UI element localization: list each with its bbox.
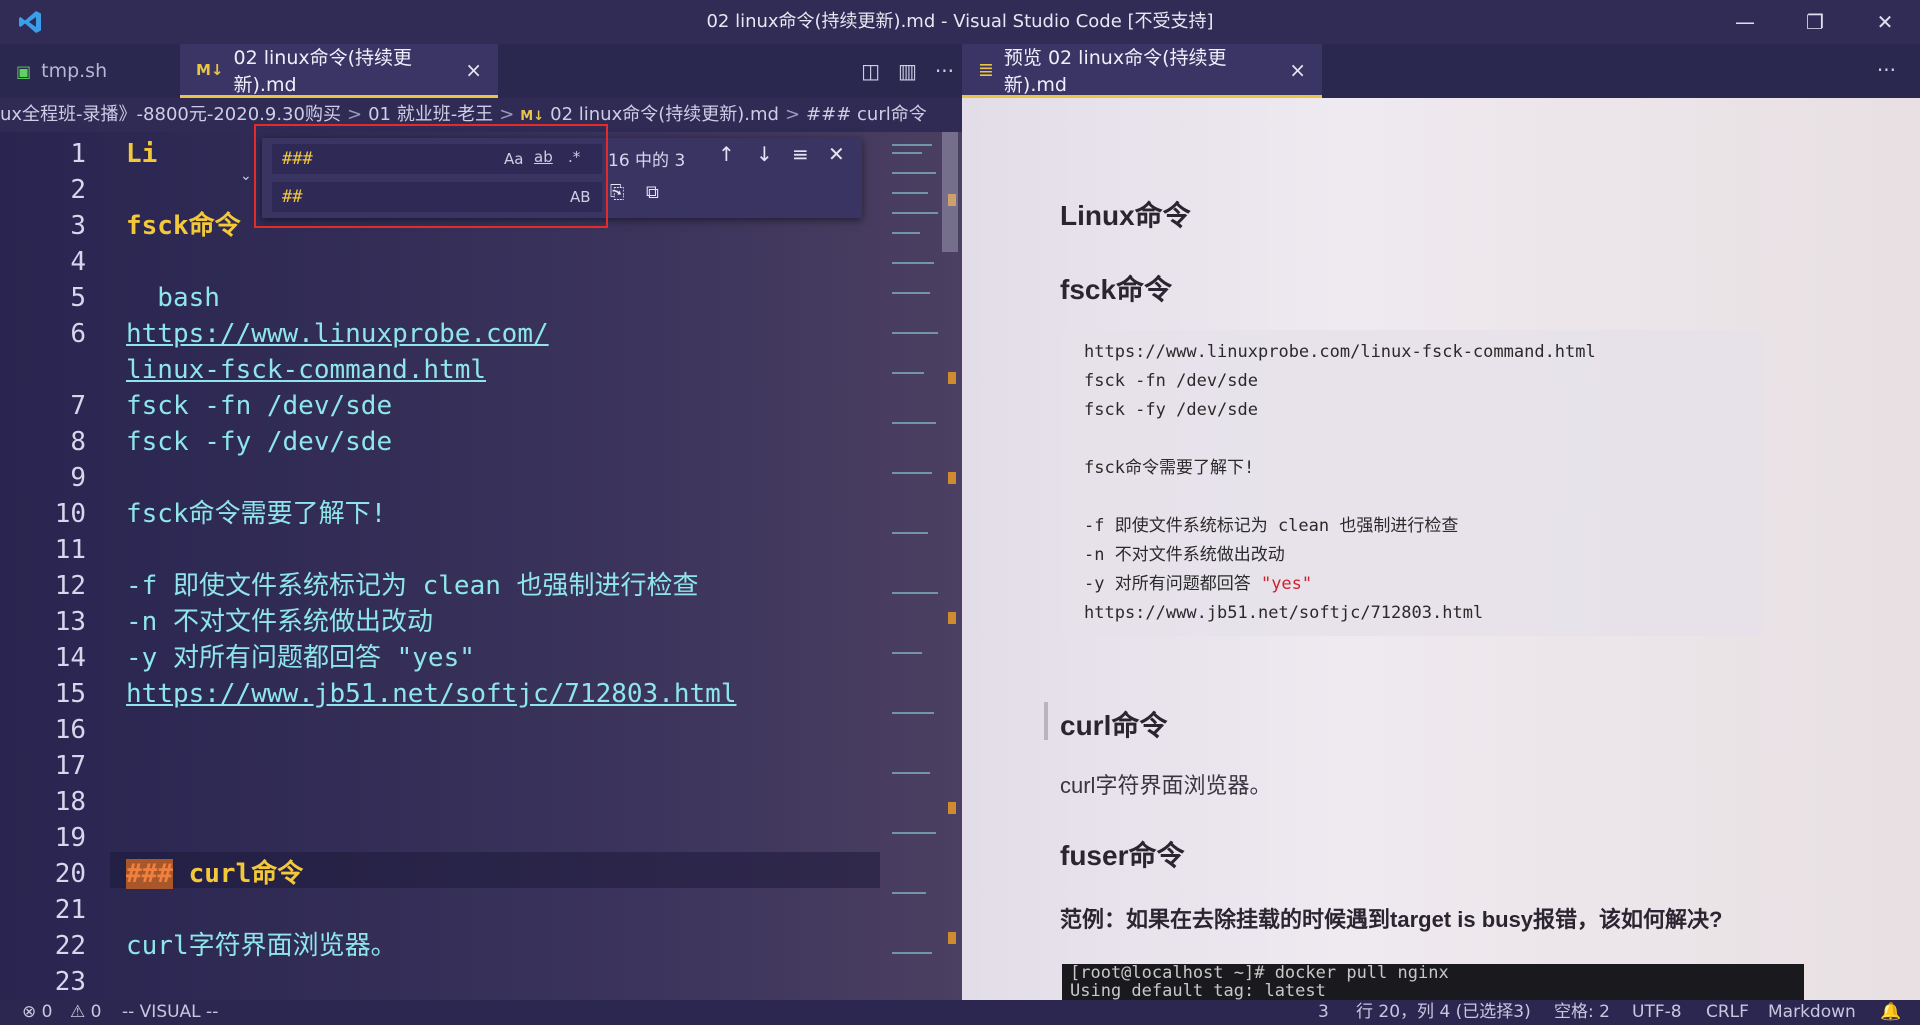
code-editor[interactable]: 1 Li 2 3 fsck命令 4 5 bash 6 https://www.linu… (0, 132, 962, 1000)
breadcrumb-item[interactable]: 01 就业班-老王 (368, 104, 493, 125)
tab-label: 预览 02 linux命令(持续更新).md (1003, 46, 1227, 96)
preview-heading: fsck命令 (1060, 274, 1173, 305)
preview-paragraph: curl字符界面浏览器。 (1060, 773, 1272, 798)
breadcrumb-item[interactable]: ### curl命令 (806, 104, 927, 125)
editor-tab-bar: ▣ tmp.sh M↓ 02 linux命令(持续更新).md × ◫ ▥ ··… (0, 44, 962, 98)
replace-icon[interactable]: ⎘ (610, 182, 624, 203)
tab-preview[interactable]: ≣ 预览 02 linux命令(持续更新).md × (962, 44, 1322, 98)
link[interactable]: https://www.linuxprobe.com/ (126, 316, 549, 352)
tab-tmp-sh[interactable]: ▣ tmp.sh (0, 44, 180, 98)
tab-label: tmp.sh (41, 60, 108, 82)
title-bar: 02 linux命令(持续更新).md - Visual Studio Code… (0, 0, 1920, 44)
close-icon[interactable]: ✕ (1850, 0, 1920, 44)
status-bar: ⊗ 0 ⚠ 0 -- VISUAL -- 3 行 20，列 4 (已选择3) 空… (0, 1000, 1920, 1025)
breadcrumb-item[interactable]: ux全程班-录播》-8800元-2020.9.30购买 (0, 104, 341, 125)
encoding[interactable]: UTF-8 (1632, 1000, 1682, 1025)
tab-label: 02 linux命令(持续更新).md (233, 46, 413, 96)
selected-text: ### (126, 859, 173, 889)
preview-icon: ≣ (978, 58, 994, 81)
window-title: 02 linux命令(持续更新).md - Visual Studio Code… (706, 11, 1214, 32)
find-in-selection-icon[interactable]: ≡ (792, 142, 809, 166)
split-editor-icon[interactable]: ▥ (898, 59, 917, 83)
preview-heading: fuser命令 (1060, 840, 1185, 871)
tab-linux-md[interactable]: M↓ 02 linux命令(持续更新).md × (180, 44, 498, 98)
more-icon[interactable]: ··· (1877, 58, 1896, 82)
preview-tab-bar: ≣ 预览 02 linux命令(持续更新).md × ··· (962, 44, 1920, 98)
minimap[interactable] (892, 132, 956, 1000)
preview-heading: Linux命令 (1060, 200, 1191, 231)
restore-icon[interactable]: ❐ (1780, 0, 1850, 44)
errors-indicator[interactable]: ⊗ 0 (22, 1000, 52, 1025)
replace-all-icon[interactable]: ⧉ (646, 182, 659, 203)
warnings-indicator[interactable]: ⚠ 0 (70, 1000, 101, 1025)
annotation-box (254, 124, 608, 228)
next-match-icon[interactable]: ↓ (756, 142, 773, 166)
preview-code-block: https://www.linuxprobe.com/linux-fsck-co… (1062, 330, 1762, 636)
vim-mode: -- VISUAL -- (122, 1002, 219, 1022)
preview-terminal-image: [root@localhost ~]# docker pull nginx Us… (1062, 964, 1804, 1000)
breadcrumb-item[interactable]: 02 linux命令(持续更新).md (550, 104, 779, 125)
markdown-icon: M↓ (196, 60, 224, 79)
close-tab-icon[interactable]: × (1289, 58, 1306, 82)
close-find-icon[interactable]: ✕ (828, 142, 845, 166)
minimize-icon[interactable]: — (1710, 0, 1780, 44)
open-preview-icon[interactable]: ◫ (861, 59, 880, 83)
selection-count: 3 (1318, 1002, 1329, 1022)
toggle-replace-icon[interactable]: ⌄ (240, 168, 252, 184)
editor-scrollbar[interactable] (942, 132, 958, 252)
more-icon[interactable]: ··· (935, 59, 954, 83)
previous-match-icon[interactable]: ↑ (718, 142, 735, 166)
indentation[interactable]: 空格: 2 (1554, 1000, 1610, 1025)
language-mode[interactable]: Markdown (1768, 1000, 1856, 1025)
preview-heading: curl命令 (1060, 710, 1168, 741)
link[interactable]: https://www.jb51.net/softjc/712803.html (126, 676, 736, 712)
markdown-icon: M↓ (520, 109, 545, 124)
close-tab-icon[interactable]: × (465, 58, 482, 82)
markdown-preview[interactable]: Linux命令 fsck命令 https://www.linuxprobe.co… (962, 98, 1920, 1000)
terminal-icon: ▣ (16, 61, 32, 81)
preview-subheading: 范例：如果在去除挂载的时候遇到target is busy报错，该如何解决? (1060, 907, 1723, 932)
link[interactable]: linux-fsck-command.html (126, 352, 486, 388)
cursor-position[interactable]: 行 20，列 4 (已选择3) (1356, 1000, 1531, 1025)
notification-icon[interactable]: 🔔 (1880, 1000, 1901, 1025)
match-count: 16 中的 3 (608, 151, 686, 171)
line-ending[interactable]: CRLF (1706, 1000, 1749, 1025)
vscode-logo-icon (0, 0, 60, 44)
